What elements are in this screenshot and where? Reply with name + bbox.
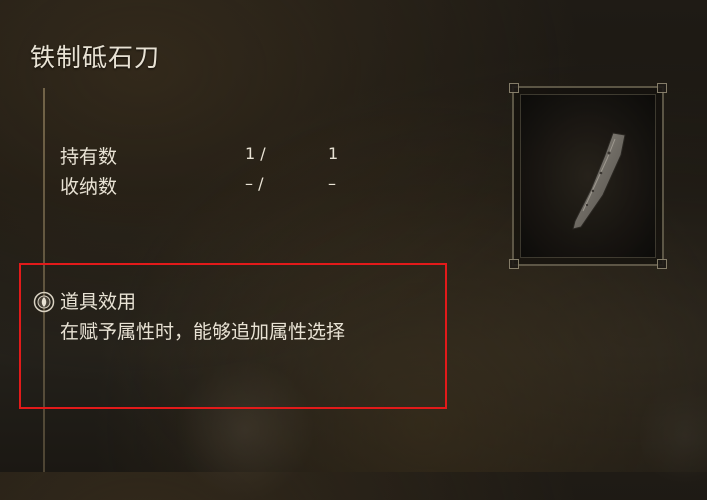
whetknife-icon (572, 132, 626, 230)
effect-heading: 道具效用 (60, 291, 137, 313)
item-image-frame (509, 83, 667, 269)
frame-corner (657, 259, 667, 269)
stat-max-value: – (328, 174, 336, 193)
stat-label: 收纳数 (60, 176, 118, 198)
item-image-well (520, 94, 656, 258)
item-name: 铁制砥石刀 (30, 43, 161, 72)
stat-max-value: 1 (328, 144, 339, 163)
frame-corner (509, 83, 519, 93)
stat-held-value: 1 / (245, 144, 266, 163)
stat-held-value: – / (245, 174, 264, 193)
background-glow (640, 380, 707, 490)
frame-corner (509, 259, 519, 269)
frame-corner (657, 83, 667, 93)
effect-description: 在赋予属性时，能够追加属性选择 (60, 321, 346, 343)
stat-label: 持有数 (60, 146, 118, 168)
item-effect-icon (33, 291, 55, 313)
